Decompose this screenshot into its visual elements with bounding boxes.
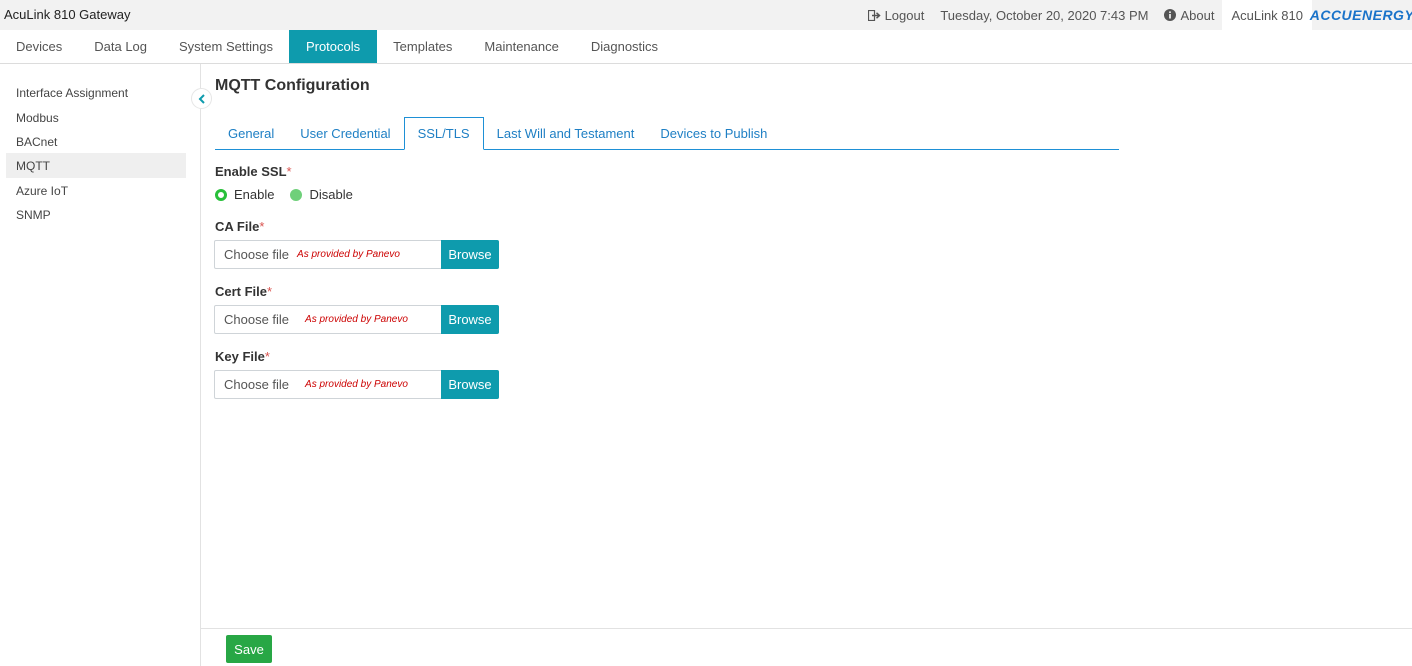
- brand-logo: ACCUENERGY: [1309, 7, 1412, 23]
- sidebar-collapse-button[interactable]: [191, 88, 212, 109]
- ca-file-browse-button[interactable]: Browse: [441, 240, 499, 269]
- cert-file-hint: As provided by Panevo: [305, 314, 408, 325]
- sidebar-item-bacnet[interactable]: BACnet: [6, 129, 186, 154]
- cert-file-label: Cert File*: [215, 284, 272, 299]
- nav-item-maintenance[interactable]: Maintenance: [468, 30, 574, 63]
- enable-ssl-radio-group: Enable Disable: [215, 187, 353, 202]
- info-icon: [1164, 9, 1177, 21]
- required-mark: *: [267, 284, 273, 299]
- top-bar: AcuLink 810 Gateway Logout Tuesday, Octo…: [0, 0, 1412, 30]
- key-file-hint: As provided by Panevo: [305, 379, 408, 390]
- ca-file-choose[interactable]: Choose file: [215, 247, 289, 262]
- page-title: MQTT Configuration: [215, 77, 370, 94]
- radio-disable[interactable]: [290, 188, 303, 201]
- required-mark: *: [286, 164, 292, 179]
- key-file-browse-button[interactable]: Browse: [441, 370, 499, 399]
- top-right-group: Logout Tuesday, October 20, 2020 7:43 PM…: [867, 0, 1412, 30]
- nav-item-diagnostics[interactable]: Diagnostics: [575, 30, 674, 63]
- ca-file-label-text: CA File: [215, 219, 260, 234]
- cert-file-label-text: Cert File: [215, 284, 268, 299]
- sidebar-item-modbus[interactable]: Modbus: [6, 105, 186, 130]
- radio-enable[interactable]: [215, 188, 227, 201]
- config-tabs: General User Credential SSL/TLS Last Wil…: [215, 117, 1119, 150]
- nav-item-system-settings[interactable]: System Settings: [163, 30, 289, 63]
- cert-file-input[interactable]: Choose file As provided by Panevo Browse: [214, 305, 499, 334]
- tab-devices-to-publish[interactable]: Devices to Publish: [647, 117, 780, 149]
- tab-ssl-tls[interactable]: SSL/TLS: [403, 117, 484, 150]
- nav-item-templates[interactable]: Templates: [377, 30, 468, 63]
- logout-icon: [867, 9, 881, 21]
- datetime-display: Tuesday, October 20, 2020 7:43 PM: [940, 7, 1149, 23]
- save-button[interactable]: Save: [226, 635, 272, 663]
- radio-disable-label[interactable]: Disable: [309, 187, 352, 202]
- sidebar: Interface Assignment Modbus BACnet MQTT …: [0, 64, 201, 666]
- key-file-label-text: Key File: [215, 349, 265, 364]
- key-file-choose[interactable]: Choose file: [215, 377, 289, 392]
- about-label: About: [1180, 7, 1215, 23]
- nav-item-data-log[interactable]: Data Log: [78, 30, 163, 63]
- main-nav: Devices Data Log System Settings Protoco…: [0, 30, 1412, 64]
- chevron-left-icon: [198, 93, 205, 104]
- ca-file-hint: As provided by Panevo: [297, 249, 400, 260]
- required-mark: *: [259, 219, 265, 234]
- ca-file-label: CA File*: [215, 219, 264, 234]
- radio-enable-label[interactable]: Enable: [234, 187, 274, 202]
- required-mark: *: [264, 349, 270, 364]
- app-title: AcuLink 810 Gateway: [4, 7, 131, 22]
- cert-file-browse-button[interactable]: Browse: [441, 305, 499, 334]
- cert-file-choose[interactable]: Choose file: [215, 312, 289, 327]
- logout-link[interactable]: Logout: [867, 7, 925, 23]
- nav-item-protocols[interactable]: Protocols: [288, 30, 378, 63]
- sidebar-item-azure-iot[interactable]: Azure IoT: [6, 178, 186, 203]
- tab-user-credential[interactable]: User Credential: [287, 117, 403, 149]
- key-file-input[interactable]: Choose file As provided by Panevo Browse: [214, 370, 499, 399]
- tab-general[interactable]: General: [215, 117, 287, 149]
- tab-last-will[interactable]: Last Will and Testament: [484, 117, 648, 149]
- sidebar-item-interface-assignment[interactable]: Interface Assignment: [6, 80, 186, 105]
- key-file-label: Key File*: [215, 349, 270, 364]
- sidebar-item-mqtt[interactable]: MQTT: [6, 153, 186, 178]
- logout-label: Logout: [884, 7, 925, 23]
- nav-item-devices[interactable]: Devices: [0, 30, 78, 63]
- device-name: AcuLink 810: [1222, 0, 1312, 30]
- enable-ssl-label-text: Enable SSL: [215, 164, 287, 179]
- sidebar-item-snmp[interactable]: SNMP: [6, 202, 186, 227]
- enable-ssl-label: Enable SSL*: [215, 164, 292, 179]
- ca-file-input[interactable]: Choose file As provided by Panevo Browse: [214, 240, 499, 269]
- footer-bar: Save: [201, 628, 1412, 666]
- about-link[interactable]: About: [1164, 8, 1214, 23]
